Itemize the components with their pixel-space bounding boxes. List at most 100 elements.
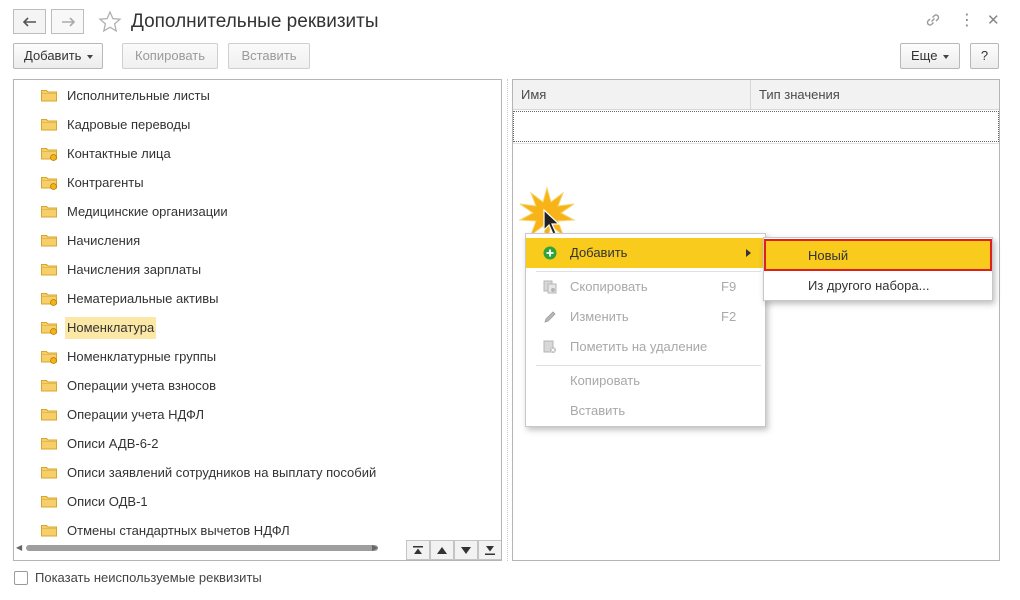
folder-icon (41, 234, 57, 250)
panel-splitter[interactable] (507, 79, 508, 561)
chevron-down-icon (87, 54, 94, 59)
menu-item-copy-clipboard[interactable]: Копировать (526, 366, 765, 396)
add-button-label: Добавить (24, 48, 82, 63)
menu-item-label: Добавить (570, 245, 628, 260)
copy-button[interactable]: Копировать (122, 43, 218, 69)
folder-icon (41, 89, 57, 105)
tree-item-label: Контрагенты (67, 175, 144, 190)
tree-item[interactable]: Начисления (14, 228, 484, 252)
add-button[interactable]: Добавить (13, 43, 103, 69)
tree-item[interactable]: Отмены стандартных вычетов НДФЛ (14, 518, 484, 542)
folder-badge-icon (41, 147, 57, 164)
more-vertical-icon[interactable]: ⋮ (959, 12, 975, 30)
folder-badge-icon (41, 350, 57, 367)
menu-item-copy[interactable]: Скопировать F9 (526, 272, 765, 302)
tree-item-label: Исполнительные листы (67, 88, 210, 103)
menu-item-add[interactable]: Добавить (526, 238, 765, 268)
folder-icon (41, 495, 57, 511)
folder-icon (41, 524, 57, 540)
tree-item-label: Начисления зарплаты (67, 262, 202, 277)
tree-item[interactable]: Контрагенты (14, 170, 484, 194)
submenu-item-from-other-set[interactable]: Из другого набора... (764, 269, 992, 301)
folder-icon (41, 118, 57, 134)
menu-item-edit[interactable]: Изменить F2 (526, 302, 765, 332)
tree-item[interactable]: Кадровые переводы (14, 112, 484, 136)
folder-icon (41, 205, 57, 221)
folder-icon (41, 379, 57, 395)
tree-item[interactable]: Начисления зарплаты (14, 257, 484, 281)
menu-item-label: Пометить на удаление (570, 339, 708, 354)
close-icon[interactable]: ✕ (987, 12, 1000, 30)
tree-item[interactable]: Номенклатура (14, 315, 484, 339)
scroll-up-button[interactable] (430, 540, 454, 560)
tree-item-label: Номенклатура (65, 317, 157, 339)
menu-item-paste[interactable]: Вставить (526, 396, 765, 426)
help-button[interactable]: ? (970, 43, 999, 69)
submenu-item-new[interactable]: Новый (764, 239, 992, 271)
tree-item-label: Медицинские организации (67, 204, 228, 219)
favorite-star-icon[interactable] (98, 10, 122, 34)
scroll-down-button[interactable] (454, 540, 478, 560)
copy-icon (543, 280, 557, 294)
last-icon (485, 545, 495, 555)
tree-item-label: Кадровые переводы (67, 117, 191, 132)
show-unused-label[interactable]: Показать неиспользуемые реквизиты (35, 570, 262, 585)
chevron-down-icon (943, 54, 950, 59)
link-icon[interactable] (924, 11, 942, 29)
arrow-left-icon (22, 16, 36, 27)
more-button-label: Еще (911, 48, 938, 63)
context-menu: Добавить Скопировать F9 Изменить F2 Поме… (525, 233, 766, 427)
folder-icon (41, 437, 57, 453)
grid-row-divider (513, 143, 999, 144)
folder-badge-icon (41, 176, 57, 193)
tree-item[interactable]: Контактные лица (14, 141, 484, 165)
menu-item-label: Скопировать (570, 279, 648, 294)
tree-item[interactable]: Операции учета НДФЛ (14, 402, 484, 426)
forward-button[interactable] (51, 9, 84, 34)
tree-item-label: Нематериальные активы (67, 291, 219, 306)
horizontal-scrollbar[interactable] (26, 545, 378, 551)
folder-icon (41, 466, 57, 482)
pencil-icon (544, 311, 556, 323)
menu-item-label: Вставить (570, 403, 626, 418)
menu-item-label: Изменить (570, 309, 629, 324)
tree-item[interactable]: Нематериальные активы (14, 286, 484, 310)
folder-icon (41, 408, 57, 424)
tree-item[interactable]: Описи заявлений сотрудников на выплату п… (14, 460, 484, 484)
tree-item[interactable]: Исполнительные листы (14, 83, 484, 107)
submenu-item-label: Новый (808, 248, 849, 263)
scroll-right-icon[interactable]: ▶ (372, 543, 378, 552)
show-unused-checkbox[interactable] (14, 571, 28, 585)
plus-circle-icon (543, 246, 557, 260)
tree-item-label: Номенклатурные группы (67, 349, 217, 364)
menu-item-mark-delete[interactable]: Пометить на удаление (526, 332, 765, 362)
scroll-to-bottom-button[interactable] (478, 540, 501, 560)
back-button[interactable] (13, 9, 46, 34)
more-button[interactable]: Еще (900, 43, 960, 69)
column-header-name[interactable]: Имя (521, 87, 546, 102)
submenu-item-label: Из другого набора... (808, 278, 930, 293)
sets-tree[interactable]: Исполнительные листы Кадровые переводы Кон… (13, 79, 502, 561)
tree-item-label: Операции учета НДФЛ (67, 407, 205, 422)
column-divider (750, 80, 751, 110)
tree-item[interactable]: Операции учета взносов (14, 373, 484, 397)
folder-badge-icon (41, 321, 57, 338)
grid-empty-row[interactable] (513, 111, 999, 142)
triangle-down-icon (461, 546, 471, 554)
tree-item[interactable]: Номенклатурные группы (14, 344, 484, 368)
tree-item-label: Контактные лица (67, 146, 171, 161)
mark-delete-icon (543, 340, 556, 353)
triangle-up-icon (437, 546, 447, 554)
paste-button[interactable]: Вставить (228, 43, 310, 69)
arrow-right-icon (61, 16, 75, 27)
tree-item[interactable]: Описи АДВ-6-2 (14, 431, 484, 455)
column-header-type[interactable]: Тип значения (759, 87, 840, 102)
menu-shortcut: F9 (721, 279, 737, 294)
tree-item-label: Отмены стандартных вычетов НДФЛ (67, 523, 290, 538)
scroll-left-icon[interactable]: ◀ (16, 543, 22, 552)
tree-item[interactable]: Описи ОДВ-1 (14, 489, 484, 513)
first-icon (413, 545, 423, 554)
tree-item[interactable]: Медицинские организации (14, 199, 484, 223)
page-title: Дополнительные реквизиты (131, 11, 379, 32)
scroll-to-top-button[interactable] (406, 540, 430, 560)
